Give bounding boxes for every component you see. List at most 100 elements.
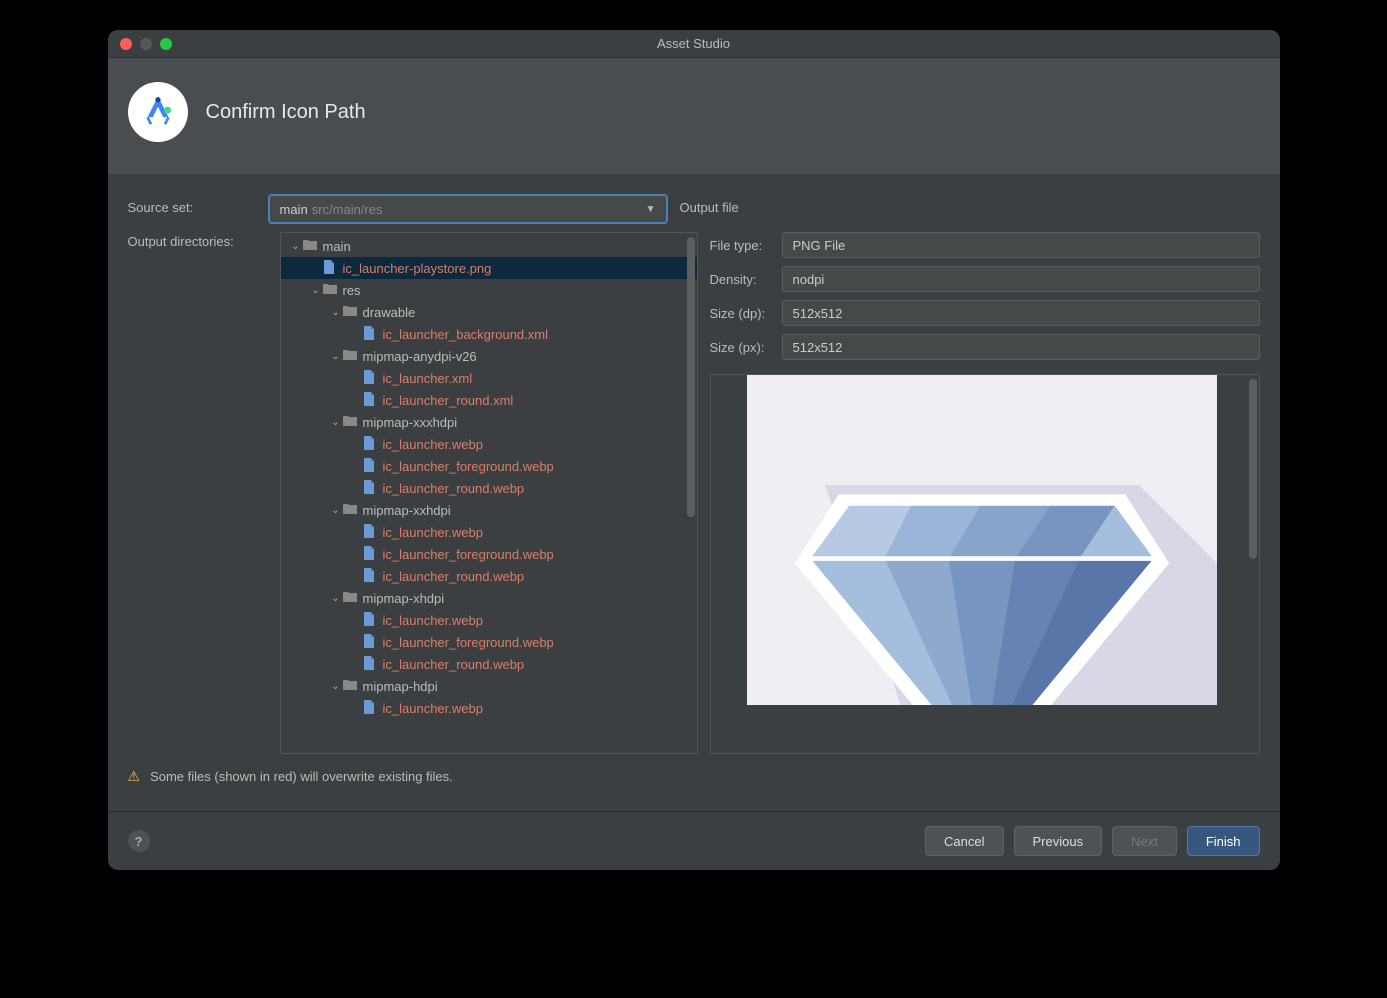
chevron-down-icon[interactable]: ⌄: [329, 505, 343, 516]
tree-item-name: mipmap-xhdpi: [363, 591, 445, 606]
folder-icon: [343, 349, 359, 364]
file-icon: [363, 480, 379, 497]
tree-item-name: ic_launcher.xml: [383, 371, 473, 386]
next-button: Next: [1112, 826, 1177, 856]
tree-item[interactable]: ⌄ drawable: [281, 301, 697, 323]
tree-item-name: mipmap-xxxhdpi: [363, 415, 458, 430]
chevron-down-icon[interactable]: ⌄: [329, 417, 343, 428]
tree-item[interactable]: ic_launcher.webp: [281, 609, 697, 631]
help-button[interactable]: ?: [128, 830, 150, 852]
icon-preview-image: [747, 375, 1217, 705]
file-icon: [363, 458, 379, 475]
tree-item-name: main: [323, 239, 351, 254]
tree-item-name: ic_launcher.webp: [383, 701, 483, 716]
tree-item[interactable]: ⌄ res: [281, 279, 697, 301]
chevron-down-icon: ▼: [646, 204, 656, 215]
size-px-label: Size (px):: [710, 340, 782, 355]
icon-preview-panel: [710, 374, 1260, 754]
tree-item-name: ic_launcher_background.xml: [383, 327, 548, 342]
folder-icon: [343, 679, 359, 694]
tree-item[interactable]: ⌄ mipmap-xxxhdpi: [281, 411, 697, 433]
file-icon: [363, 326, 379, 343]
tree-item-name: ic_launcher_foreground.webp: [383, 635, 554, 650]
tree-item[interactable]: ic_launcher_foreground.webp: [281, 455, 697, 477]
tree-item-name: ic_launcher.webp: [383, 613, 483, 628]
dialog-body: Source set: main src/main/res ▼ Output f…: [108, 174, 1280, 811]
android-studio-logo-icon: [128, 82, 188, 142]
chevron-down-icon[interactable]: ⌄: [309, 285, 323, 296]
output-directories-label: Output directories:: [128, 232, 268, 754]
finish-button[interactable]: Finish: [1187, 826, 1260, 856]
tree-item[interactable]: ⌄ main: [281, 235, 697, 257]
folder-icon: [303, 239, 319, 254]
tree-item-name: ic_launcher_round.xml: [383, 393, 514, 408]
tree-item[interactable]: ic_launcher_background.xml: [281, 323, 697, 345]
tree-item-name: ic_launcher_foreground.webp: [383, 459, 554, 474]
window-title: Asset Studio: [108, 36, 1280, 51]
dialog-window: Asset Studio Confirm Icon Path Source se…: [108, 30, 1280, 870]
tree-item[interactable]: ic_launcher-playstore.png: [281, 257, 697, 279]
tree-item[interactable]: ic_launcher_round.webp: [281, 565, 697, 587]
chevron-down-icon[interactable]: ⌄: [329, 681, 343, 692]
output-directories-tree[interactable]: ⌄mainic_launcher-playstore.png⌄res⌄drawa…: [280, 232, 698, 754]
density-value: nodpi: [782, 266, 1260, 292]
size-dp-label: Size (dp):: [710, 306, 782, 321]
file-icon: [363, 612, 379, 629]
tree-item[interactable]: ic_launcher_foreground.webp: [281, 631, 697, 653]
file-icon: [363, 524, 379, 541]
folder-icon: [343, 503, 359, 518]
source-set-label: Source set:: [128, 194, 268, 215]
file-icon: [363, 568, 379, 585]
source-set-dropdown[interactable]: main src/main/res ▼: [268, 194, 668, 224]
tree-scrollbar[interactable]: [687, 237, 695, 617]
chevron-down-icon[interactable]: ⌄: [329, 307, 343, 318]
tree-item[interactable]: ⌄ mipmap-xxhdpi: [281, 499, 697, 521]
warning-text: Some files (shown in red) will overwrite…: [150, 769, 453, 784]
file-icon: [363, 634, 379, 651]
output-file-section-label: Output file: [680, 194, 1260, 215]
tree-item[interactable]: ic_launcher_round.xml: [281, 389, 697, 411]
overwrite-warning: ⚠ Some files (shown in red) will overwri…: [128, 762, 1260, 791]
source-set-path: src/main/res: [312, 202, 383, 217]
file-icon: [363, 392, 379, 409]
tree-item[interactable]: ic_launcher_round.webp: [281, 653, 697, 675]
previous-button[interactable]: Previous: [1014, 826, 1103, 856]
tree-item-name: ic_launcher_round.webp: [383, 569, 525, 584]
tree-item-name: mipmap-anydpi-v26: [363, 349, 477, 364]
cancel-button[interactable]: Cancel: [925, 826, 1003, 856]
chevron-down-icon[interactable]: ⌄: [329, 351, 343, 362]
warning-icon: ⚠: [128, 768, 141, 785]
tree-item[interactable]: ic_launcher.webp: [281, 697, 697, 719]
dialog-title: Confirm Icon Path: [206, 101, 366, 124]
titlebar: Asset Studio: [108, 30, 1280, 58]
tree-item[interactable]: ⌄ mipmap-anydpi-v26: [281, 345, 697, 367]
preview-scrollbar[interactable]: [1249, 379, 1257, 639]
source-set-value: main: [280, 202, 308, 217]
tree-item[interactable]: ⌄ mipmap-hdpi: [281, 675, 697, 697]
file-type-label: File type:: [710, 238, 782, 253]
tree-item[interactable]: ic_launcher.webp: [281, 433, 697, 455]
density-label: Density:: [710, 272, 782, 287]
tree-item-name: ic_launcher_round.webp: [383, 657, 525, 672]
size-dp-value: 512x512: [782, 300, 1260, 326]
dialog-header: Confirm Icon Path: [108, 58, 1280, 174]
tree-item-name: drawable: [363, 305, 416, 320]
tree-item-name: mipmap-xxhdpi: [363, 503, 451, 518]
tree-item-name: res: [343, 283, 361, 298]
folder-icon: [343, 591, 359, 606]
tree-item[interactable]: ⌄ mipmap-xhdpi: [281, 587, 697, 609]
chevron-down-icon[interactable]: ⌄: [289, 241, 303, 252]
tree-item-name: ic_launcher_round.webp: [383, 481, 525, 496]
tree-item-name: ic_launcher.webp: [383, 525, 483, 540]
chevron-down-icon[interactable]: ⌄: [329, 593, 343, 604]
tree-item[interactable]: ic_launcher.xml: [281, 367, 697, 389]
file-icon: [363, 700, 379, 717]
tree-item[interactable]: ic_launcher.webp: [281, 521, 697, 543]
folder-icon: [343, 415, 359, 430]
tree-item[interactable]: ic_launcher_round.webp: [281, 477, 697, 499]
tree-item[interactable]: ic_launcher_foreground.webp: [281, 543, 697, 565]
tree-item-name: mipmap-hdpi: [363, 679, 438, 694]
file-type-value: PNG File: [782, 232, 1260, 258]
folder-icon: [323, 283, 339, 298]
file-icon: [363, 656, 379, 673]
